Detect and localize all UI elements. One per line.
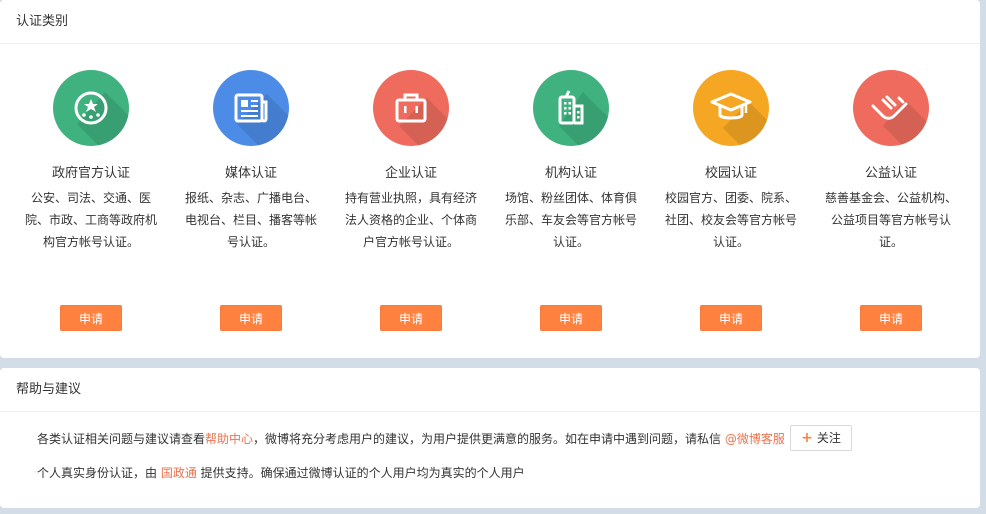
apply-button-enterprise[interactable]: 申请 <box>380 305 442 331</box>
category-description: 校园官方、团委、院系、社团、校友会等官方帐号认证。 <box>664 191 797 249</box>
verification-categories-panel: 认证类别 政府官方认证 公安、司法、交通、医院、市政、工商等政府机构官方帐号认证… <box>0 0 980 358</box>
help-text-line: 个人真实身份认证，由 国政通 提供支持。确保通过微博认证的个人用户均为真实的个人… <box>37 464 525 481</box>
category-charity: 公益认证 慈善基金会、公益机构、公益项目等官方帐号认证。 申请 <box>824 70 958 340</box>
category-list: 政府官方认证 公安、司法、交通、医院、市政、工商等政府机构官方帐号认证。 申请 … <box>0 70 980 340</box>
apply-button-media[interactable]: 申请 <box>220 305 282 331</box>
help-text: 提供支持。确保通过微博认证的个人用户均为真实的个人用户 <box>196 466 525 480</box>
government-seal-icon <box>53 70 129 146</box>
help-text: 各类认证相关问题与建议请查看 <box>37 432 206 446</box>
category-description: 公安、司法、交通、医院、市政、工商等政府机构官方帐号认证。 <box>24 191 157 249</box>
gzt-link[interactable]: 国政通 <box>161 466 197 480</box>
category-description: 场馆、粉丝团体、体育俱乐部、车友会等官方帐号认证。 <box>504 191 637 249</box>
building-icon <box>533 70 609 146</box>
category-title: 企业认证 <box>384 166 437 181</box>
category-title: 政府官方认证 <box>51 166 130 181</box>
help-center-link[interactable]: 帮助中心 <box>205 432 253 446</box>
plus-icon: + <box>801 430 813 446</box>
category-description: 报纸、杂志、广播电台、电视台、栏目、播客等帐号认证。 <box>184 191 317 249</box>
category-media: 媒体认证 报纸、杂志、广播电台、电视台、栏目、播客等帐号认证。 申请 <box>184 70 318 340</box>
category-title: 校园认证 <box>704 166 757 181</box>
panel-title: 帮助与建议 <box>0 368 980 412</box>
category-title: 机构认证 <box>544 166 597 181</box>
weibo-service-link[interactable]: @微博客服 <box>725 432 785 446</box>
help-text-line: 各类认证相关问题与建议请查看帮助中心，微博将充分考虑用户的建议，为用户提供更满意… <box>37 430 785 447</box>
graduation-cap-icon <box>693 70 769 146</box>
category-description: 慈善基金会、公益机构、公益项目等官方帐号认证。 <box>824 191 957 249</box>
category-description: 持有营业执照，具有经济法人资格的企业、个体商户官方帐号认证。 <box>344 191 477 249</box>
newspaper-icon <box>213 70 289 146</box>
help-panel: 帮助与建议 各类认证相关问题与建议请查看帮助中心，微博将充分考虑用户的建议，为用… <box>0 368 980 508</box>
category-enterprise: 企业认证 持有营业执照，具有经济法人资格的企业、个体商户官方帐号认证。 申请 <box>344 70 478 340</box>
category-campus: 校园认证 校园官方、团委、院系、社团、校友会等官方帐号认证。 申请 <box>664 70 798 340</box>
briefcase-icon <box>373 70 449 146</box>
apply-button-campus[interactable]: 申请 <box>700 305 762 331</box>
apply-button-charity[interactable]: 申请 <box>860 305 922 331</box>
category-government: 政府官方认证 公安、司法、交通、医院、市政、工商等政府机构官方帐号认证。 申请 <box>24 70 158 340</box>
category-title: 媒体认证 <box>224 166 277 181</box>
charity-hands-icon <box>853 70 929 146</box>
apply-button-government[interactable]: 申请 <box>60 305 122 331</box>
apply-button-organization[interactable]: 申请 <box>540 305 602 331</box>
follow-label: 关注 <box>816 431 841 445</box>
panel-title: 认证类别 <box>0 0 980 44</box>
help-text: ，微博将充分考虑用户的建议，为用户提供更满意的服务。如在申请中遇到问题，请私信 <box>253 432 725 446</box>
help-text: 个人真实身份认证，由 <box>37 466 161 480</box>
follow-button[interactable]: + 关注 <box>790 425 852 451</box>
category-organization: 机构认证 场馆、粉丝团体、体育俱乐部、车友会等官方帐号认证。 申请 <box>504 70 638 340</box>
category-title: 公益认证 <box>864 166 917 181</box>
